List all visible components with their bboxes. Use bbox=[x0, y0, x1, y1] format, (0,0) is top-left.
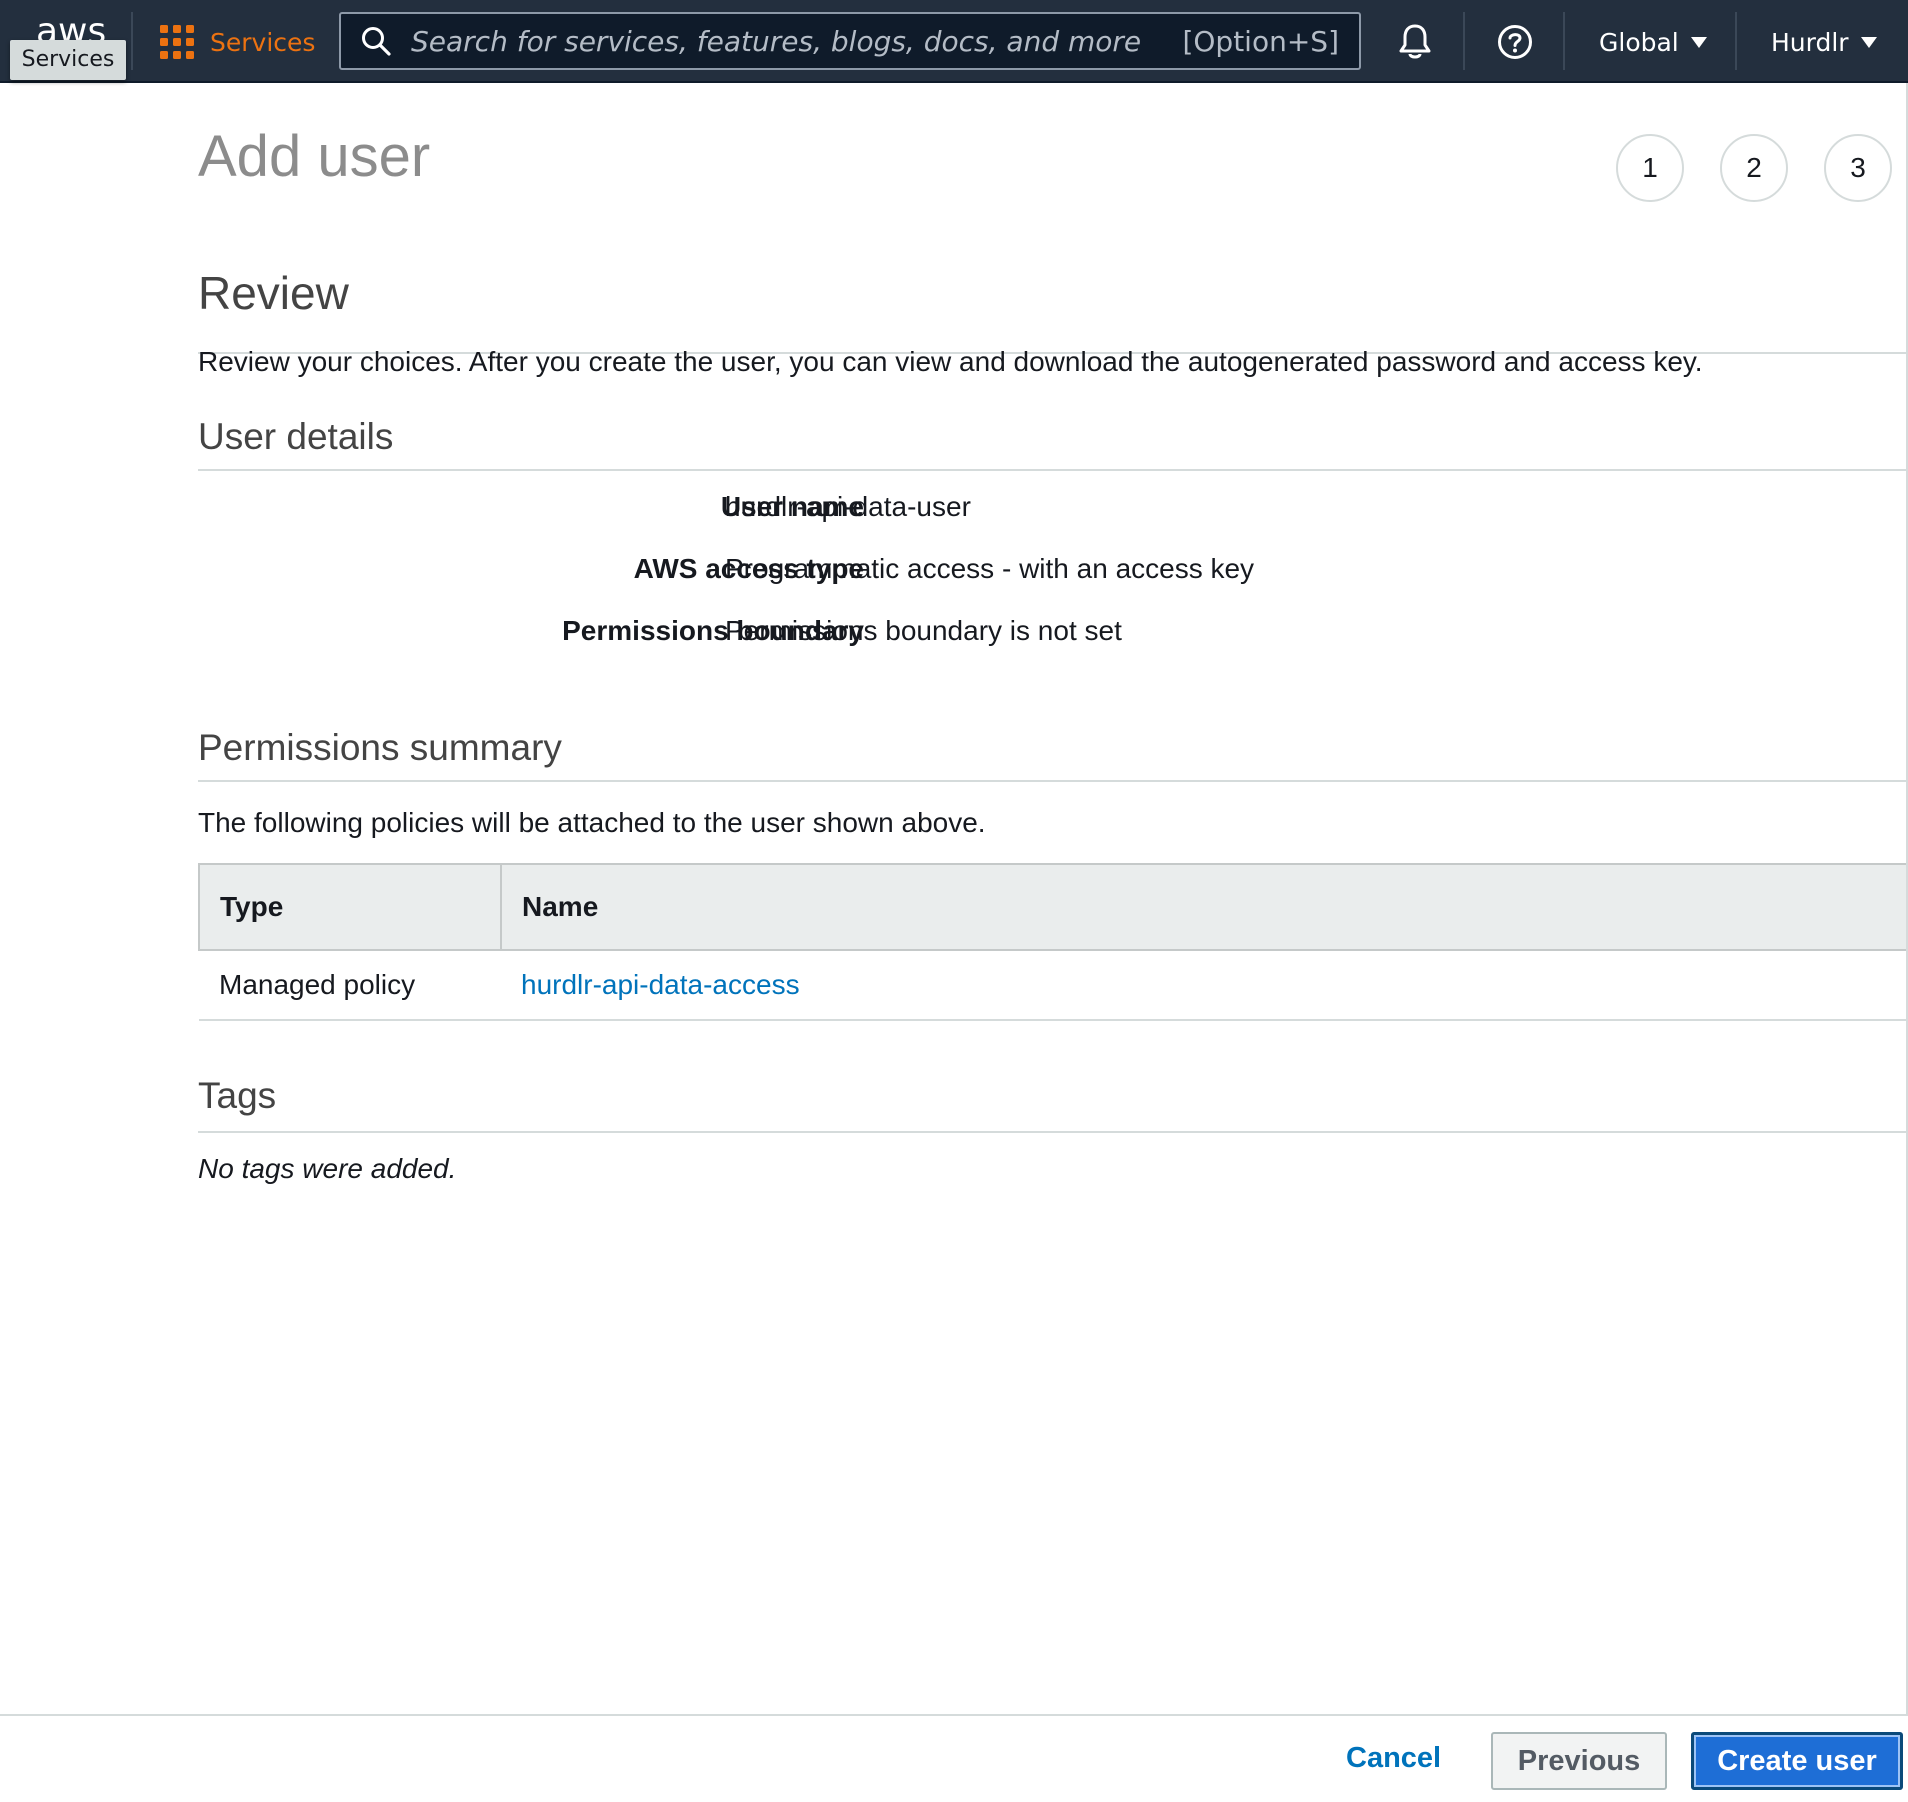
permissions-description: The following policies will be attached … bbox=[198, 807, 986, 838]
services-label: Services bbox=[210, 27, 316, 57]
nav-divider bbox=[1735, 12, 1737, 70]
caret-down-icon bbox=[1690, 36, 1707, 48]
review-description: Review your choices. After you create th… bbox=[198, 346, 1703, 377]
account-menu[interactable]: Hurdlr bbox=[1771, 20, 1877, 64]
table-row: Managed policy hurdlr-api-data-access bbox=[199, 950, 1908, 1021]
detail-value: hurdlr-api-data-user bbox=[725, 491, 971, 522]
permissions-summary-heading: Permissions summary bbox=[198, 727, 1908, 782]
notifications-button[interactable] bbox=[1393, 20, 1437, 64]
detail-value: Programmatic access - with an access key bbox=[725, 553, 1255, 584]
policy-type-cell: Managed policy bbox=[199, 950, 501, 1021]
global-search-box[interactable]: [Option+S] bbox=[339, 12, 1361, 70]
wizard-step-1[interactable]: 1 bbox=[1616, 134, 1684, 202]
nav-divider bbox=[1563, 12, 1565, 70]
help-button[interactable] bbox=[1493, 20, 1537, 64]
services-menu-button[interactable]: Services bbox=[160, 20, 315, 64]
wizard-step-2[interactable]: 2 bbox=[1720, 134, 1788, 202]
wizard-footer: Cancel Previous Create user bbox=[0, 1714, 1908, 1802]
services-grid-icon bbox=[160, 25, 194, 59]
policy-name-link[interactable]: hurdlr-api-data-access bbox=[521, 969, 800, 1000]
search-input[interactable] bbox=[409, 23, 1183, 59]
caret-down-icon bbox=[1860, 36, 1877, 48]
detail-row-user-name: User name hurdlr-api-data-user bbox=[198, 491, 1908, 541]
table-header-row: Type Name bbox=[198, 863, 1908, 951]
aws-logo[interactable]: aws Services bbox=[8, 10, 126, 80]
account-label: Hurdlr bbox=[1771, 27, 1849, 57]
previous-button[interactable]: Previous bbox=[1491, 1732, 1667, 1790]
search-shortcut-hint: [Option+S] bbox=[1182, 24, 1339, 58]
logo-tooltip: Services bbox=[10, 40, 126, 80]
column-header-type[interactable]: Type bbox=[198, 863, 502, 951]
wizard-step-3[interactable]: 3 bbox=[1824, 134, 1892, 202]
create-user-button[interactable]: Create user bbox=[1691, 1732, 1903, 1790]
nav-divider bbox=[131, 12, 133, 70]
detail-row-access-type: AWS access type Programmatic access - wi… bbox=[198, 553, 1908, 603]
tags-empty-message: No tags were added. bbox=[198, 1153, 457, 1184]
tags-heading: Tags bbox=[198, 1075, 1908, 1133]
top-navigation-bar: aws Services Services [Option+S] bbox=[0, 0, 1908, 83]
user-details-heading: User details bbox=[198, 416, 1908, 471]
review-heading: Review bbox=[198, 266, 1908, 354]
page-title: Add user bbox=[198, 124, 431, 189]
detail-value: Permissions boundary is not set bbox=[725, 615, 1122, 646]
wizard-steps: 1 2 3 bbox=[1616, 134, 1892, 202]
bell-icon bbox=[1399, 24, 1431, 59]
nav-divider bbox=[1463, 12, 1465, 70]
policy-name-cell: hurdlr-api-data-access bbox=[501, 950, 1908, 1021]
cancel-button[interactable]: Cancel bbox=[1328, 1732, 1459, 1784]
help-icon bbox=[1498, 25, 1532, 59]
region-label: Global bbox=[1599, 27, 1679, 57]
region-selector[interactable]: Global bbox=[1599, 20, 1707, 64]
policies-table: Type Name Managed policy hurdlr-api-data… bbox=[198, 863, 1908, 1021]
detail-row-permissions-boundary: Permissions boundary Permissions boundar… bbox=[198, 615, 1908, 665]
search-icon bbox=[362, 27, 391, 56]
column-header-name[interactable]: Name bbox=[501, 863, 1908, 951]
